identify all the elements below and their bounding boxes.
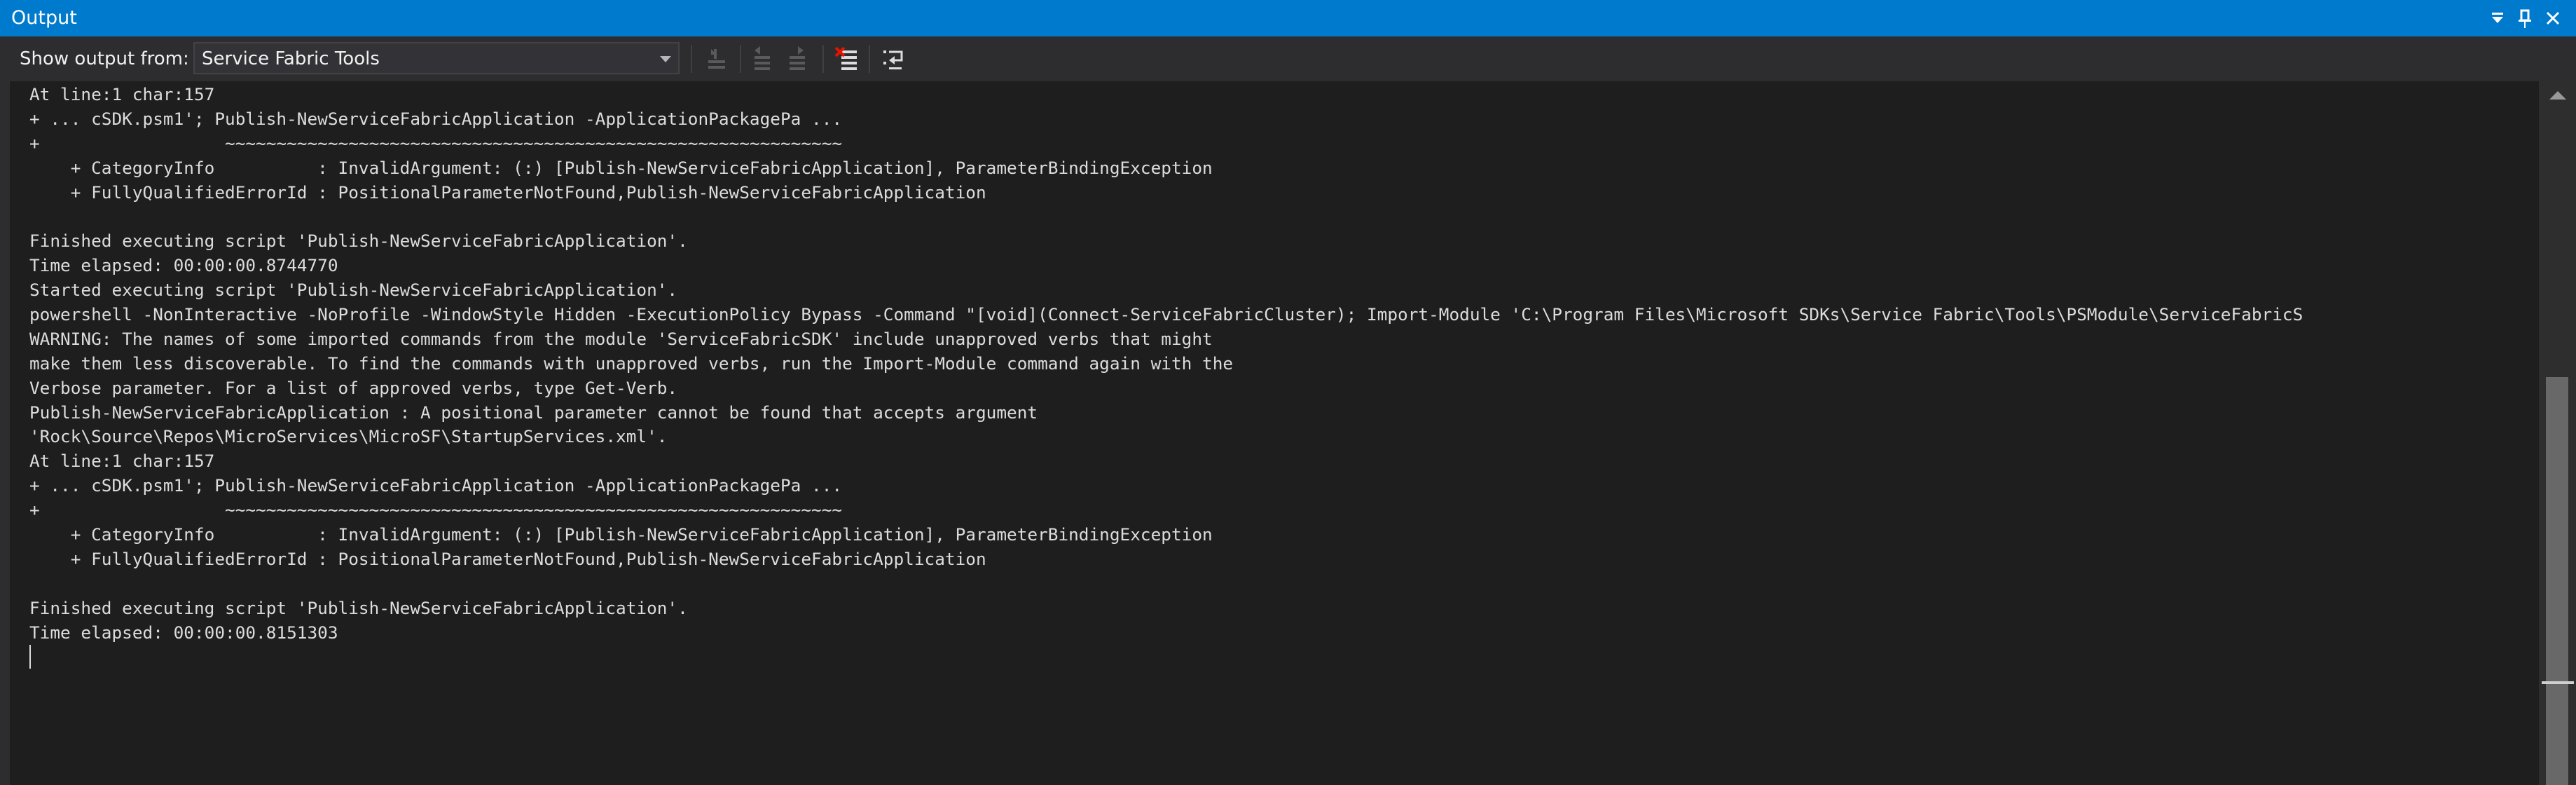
output-line: make them less discoverable. To find the… bbox=[29, 353, 1234, 374]
output-window: Output Show output from: Service Fabric … bbox=[0, 0, 2576, 785]
output-line: + FullyQualifiedErrorId : PositionalPara… bbox=[29, 182, 986, 203]
left-margin bbox=[0, 81, 10, 785]
output-line: At line:1 char:157 bbox=[29, 84, 215, 104]
output-line: Finished executing script 'Publish-NewSe… bbox=[29, 597, 688, 618]
toolbar-separator bbox=[822, 45, 824, 73]
output-text-area[interactable]: At line:1 char:157 + ... cSDK.psm1'; Publ… bbox=[10, 81, 2539, 785]
output-line: + ... cSDK.psm1'; Publish-NewServiceFabr… bbox=[29, 108, 843, 129]
go-to-next-message-icon[interactable] bbox=[783, 43, 815, 74]
pin-icon[interactable] bbox=[2511, 4, 2539, 32]
output-source-value: Service Fabric Tools bbox=[202, 48, 380, 69]
chevron-down-icon[interactable] bbox=[2484, 4, 2512, 32]
output-line: WARNING: The names of some imported comm… bbox=[29, 328, 1213, 349]
caret-position-marker bbox=[2542, 681, 2574, 684]
text-caret bbox=[29, 645, 31, 669]
output-line: 'Rock\Source\Repos\MicroServices\MicroSF… bbox=[29, 426, 668, 447]
output-line: + CategoryInfo : InvalidArgument: (:) [P… bbox=[29, 157, 1213, 178]
go-to-previous-message-icon[interactable] bbox=[701, 43, 733, 74]
output-line: Verbose parameter. For a list of approve… bbox=[29, 377, 678, 398]
find-message-in-code-icon[interactable] bbox=[748, 43, 780, 74]
output-toolbar: Show output from: Service Fabric Tools bbox=[0, 36, 2576, 81]
output-line: Finished executing script 'Publish-NewSe… bbox=[29, 231, 688, 252]
clear-all-icon[interactable] bbox=[831, 43, 863, 74]
output-line: Time elapsed: 00:00:00.8151303 bbox=[29, 622, 338, 643]
output-line: At line:1 char:157 bbox=[29, 451, 215, 472]
toolbar-separator bbox=[740, 45, 741, 73]
output-title-bar[interactable]: Output bbox=[0, 0, 2576, 36]
output-line: + ... cSDK.psm1'; Publish-NewServiceFabr… bbox=[29, 475, 843, 496]
output-line: powershell -NonInteractive -NoProfile -W… bbox=[29, 304, 2303, 325]
output-line: + FullyQualifiedErrorId : PositionalPara… bbox=[29, 548, 986, 569]
output-source-select[interactable]: Service Fabric Tools bbox=[193, 42, 680, 74]
output-line: Started executing script 'Publish-NewSer… bbox=[29, 280, 678, 301]
scroll-thumb[interactable] bbox=[2546, 377, 2568, 785]
output-line: + CategoryInfo : InvalidArgument: (:) [P… bbox=[29, 524, 1213, 545]
close-icon[interactable] bbox=[2539, 4, 2567, 32]
toolbar-separator bbox=[691, 45, 692, 73]
show-output-from-label: Show output from: bbox=[20, 48, 189, 69]
vertical-scrollbar[interactable] bbox=[2539, 81, 2576, 785]
toolbar-separator bbox=[869, 45, 870, 73]
output-line: Publish-NewServiceFabricApplication : A … bbox=[29, 402, 1038, 423]
output-line: Time elapsed: 00:00:00.8744770 bbox=[29, 255, 338, 276]
chevron-down-icon bbox=[660, 56, 671, 62]
window-title: Output bbox=[11, 7, 77, 29]
scroll-up-arrow-icon[interactable] bbox=[2549, 91, 2566, 100]
output-line: + ~~~~~~~~~~~~~~~~~~~~~~~~~~~~~~~~~~~~~~… bbox=[29, 500, 843, 521]
output-lines: At line:1 char:157 + ... cSDK.psm1'; Publ… bbox=[29, 83, 2303, 645]
output-line: + ~~~~~~~~~~~~~~~~~~~~~~~~~~~~~~~~~~~~~~… bbox=[29, 132, 843, 153]
toggle-word-wrap-icon[interactable] bbox=[879, 43, 911, 74]
